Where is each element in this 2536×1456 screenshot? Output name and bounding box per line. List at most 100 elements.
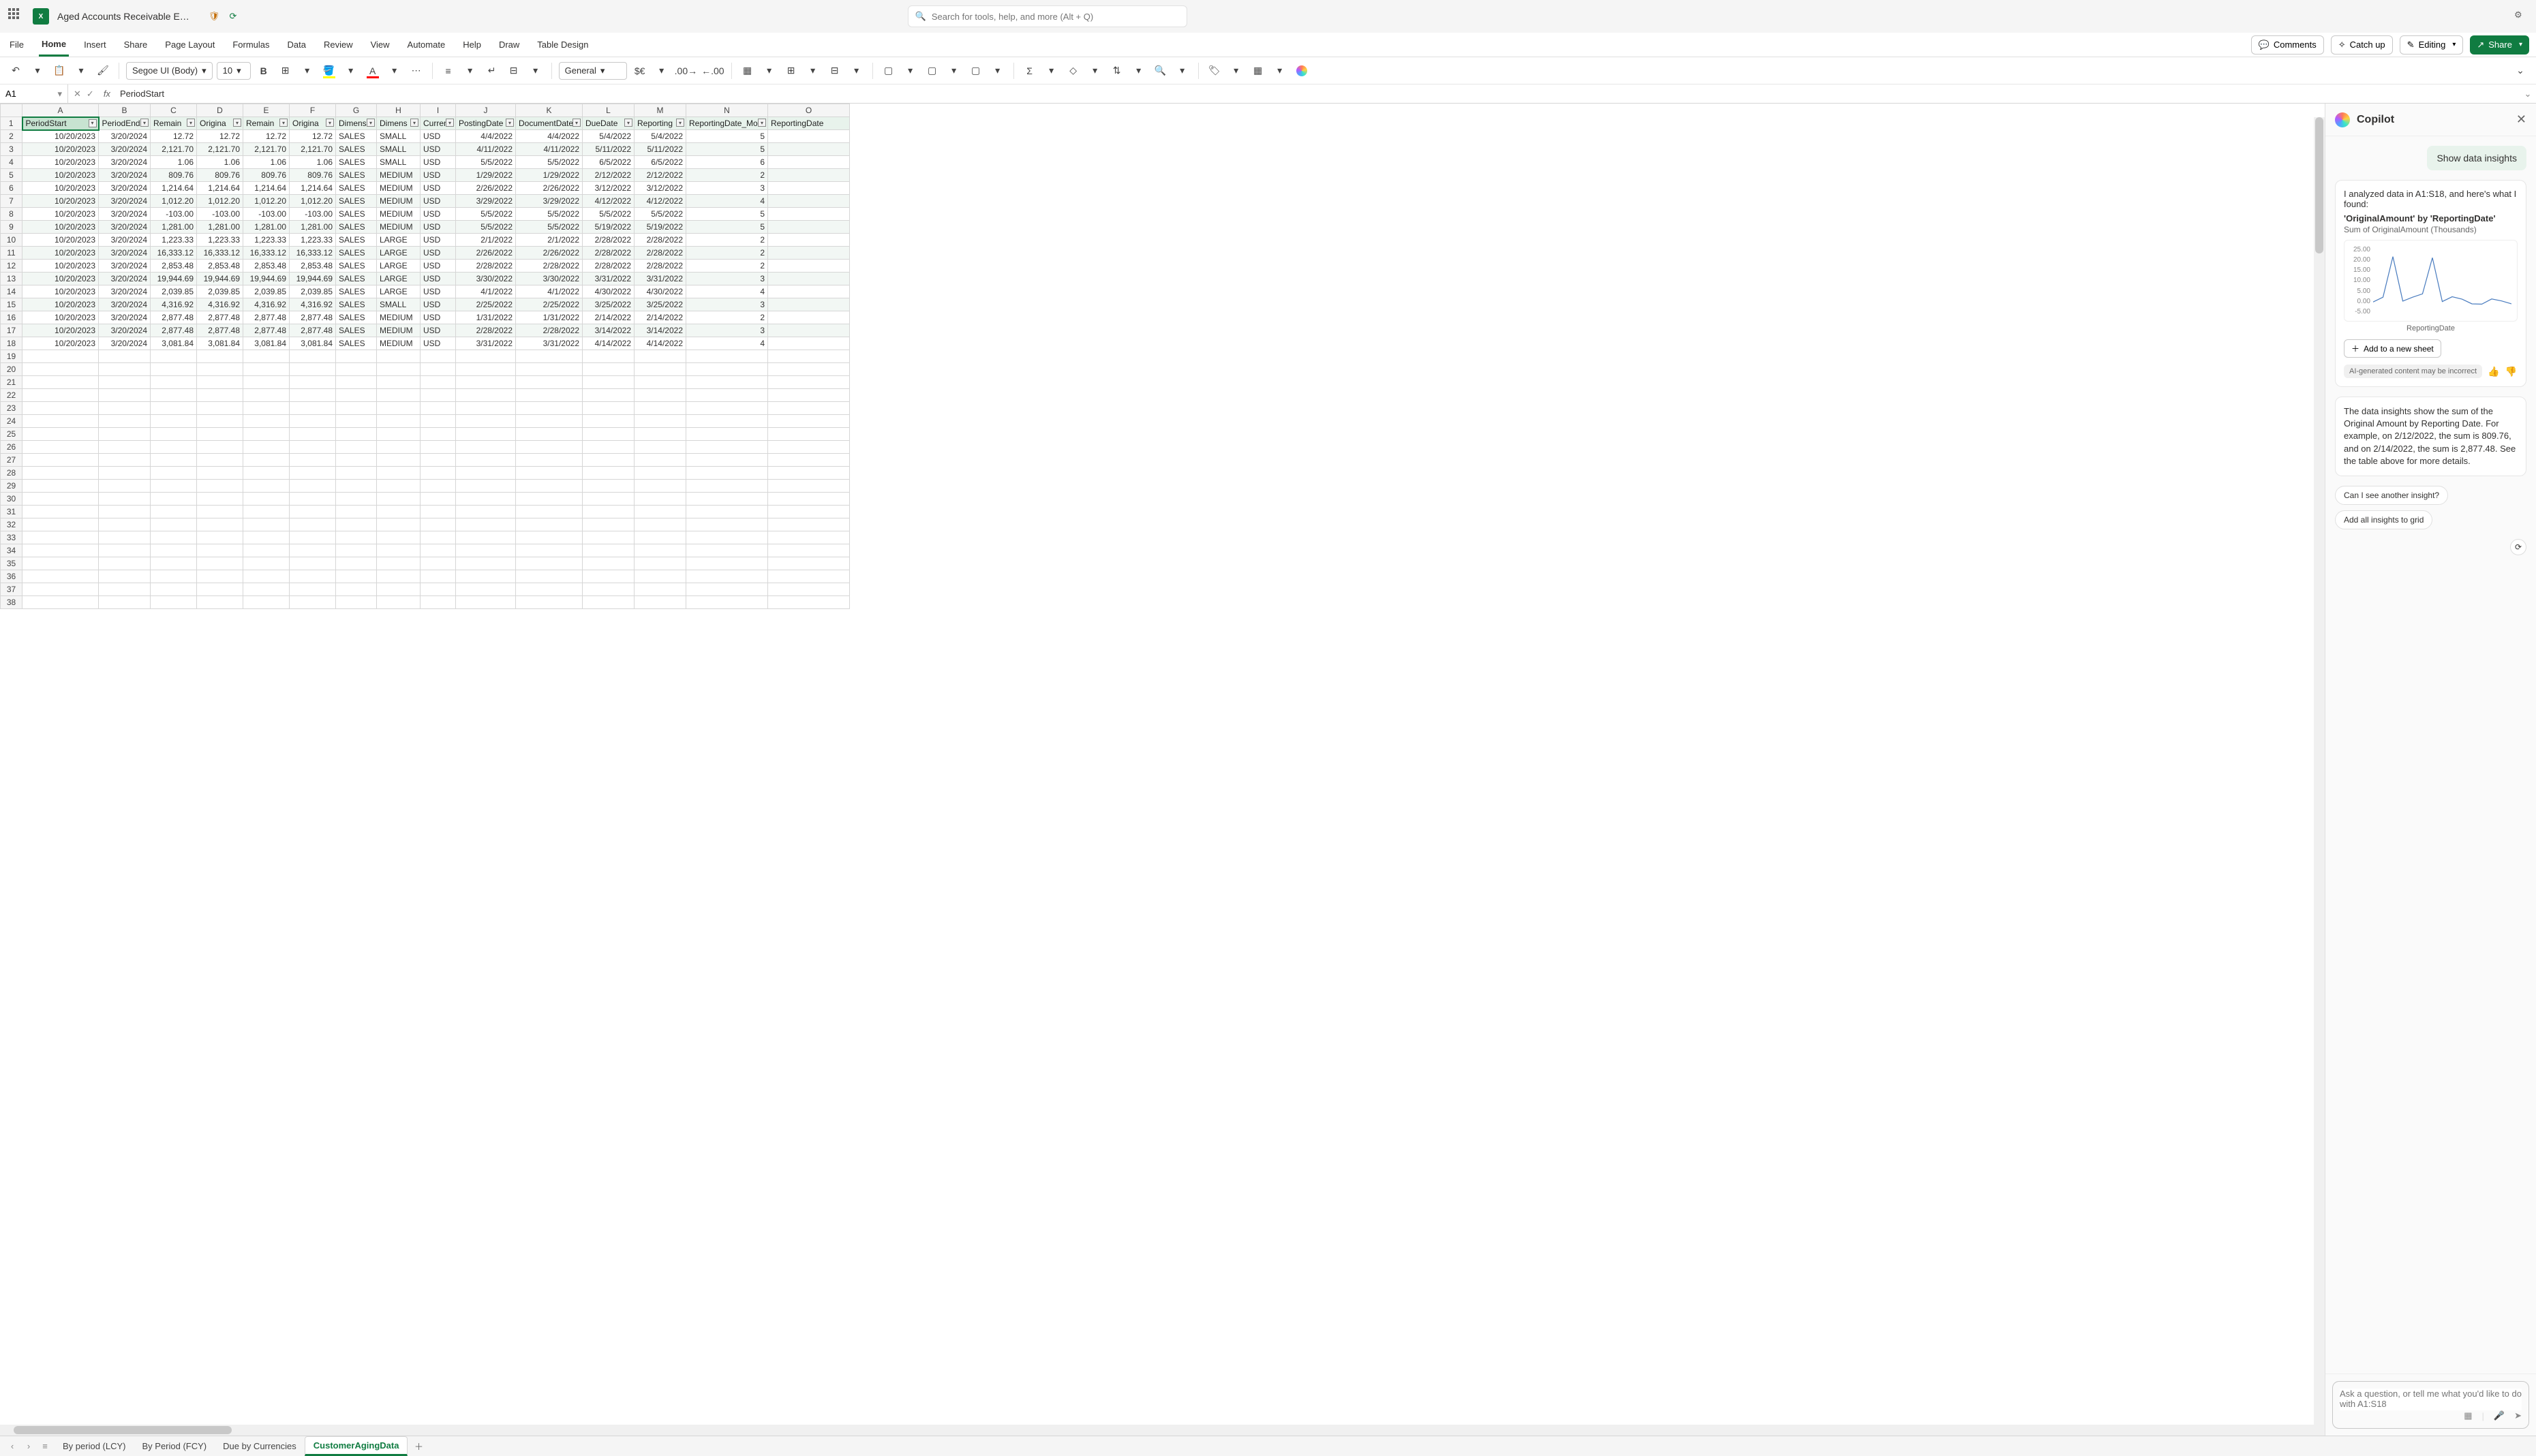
- cell[interactable]: 2,039.85: [290, 285, 336, 298]
- cell[interactable]: [768, 441, 850, 454]
- cell[interactable]: -103.00: [151, 208, 197, 221]
- cell[interactable]: [197, 376, 243, 389]
- cell[interactable]: LARGE: [377, 260, 421, 273]
- cell[interactable]: 5/5/2022: [635, 208, 686, 221]
- cell[interactable]: 2: [686, 247, 768, 260]
- cell[interactable]: [336, 570, 377, 583]
- cell[interactable]: 4/12/2022: [583, 195, 635, 208]
- cell[interactable]: [768, 363, 850, 376]
- cell[interactable]: [151, 557, 197, 570]
- cell[interactable]: USD: [421, 285, 456, 298]
- filter-dropdown-icon[interactable]: ▾: [279, 119, 288, 127]
- cell[interactable]: 1.06: [290, 156, 336, 169]
- cell[interactable]: [635, 493, 686, 506]
- table-header-cell[interactable]: PostingDate▾: [456, 117, 516, 130]
- cell[interactable]: [336, 583, 377, 596]
- cell[interactable]: 4,316.92: [151, 298, 197, 311]
- thumbs-down-button[interactable]: 👎: [2505, 366, 2517, 377]
- cell[interactable]: [583, 428, 635, 441]
- cell[interactable]: [516, 506, 583, 518]
- cell[interactable]: [768, 221, 850, 234]
- cell[interactable]: 12.72: [197, 130, 243, 143]
- cell[interactable]: 4/11/2022: [456, 143, 516, 156]
- app-launcher-icon[interactable]: [8, 8, 25, 25]
- document-title[interactable]: Aged Accounts Receivable Excel: [57, 11, 194, 22]
- cell[interactable]: [151, 544, 197, 557]
- cell[interactable]: [456, 557, 516, 570]
- cell[interactable]: 2/28/2022: [635, 234, 686, 247]
- cell[interactable]: [768, 156, 850, 169]
- cell[interactable]: USD: [421, 208, 456, 221]
- cell[interactable]: [768, 234, 850, 247]
- cell[interactable]: 2,877.48: [151, 324, 197, 337]
- cells-dropdown-3[interactable]: ▾: [989, 62, 1007, 80]
- cell[interactable]: [197, 506, 243, 518]
- cell[interactable]: [421, 376, 456, 389]
- cell[interactable]: 3/29/2022: [456, 195, 516, 208]
- cell[interactable]: [583, 544, 635, 557]
- cell[interactable]: [456, 441, 516, 454]
- add-sheet-button[interactable]: ＋: [410, 1440, 427, 1453]
- cell[interactable]: [516, 531, 583, 544]
- thumbs-up-button[interactable]: 👍: [2488, 366, 2499, 377]
- cell[interactable]: [197, 518, 243, 531]
- cell[interactable]: USD: [421, 260, 456, 273]
- cell[interactable]: [686, 402, 768, 415]
- cell[interactable]: [377, 389, 421, 402]
- cell[interactable]: [243, 363, 290, 376]
- cell[interactable]: MEDIUM: [377, 208, 421, 221]
- cell[interactable]: SMALL: [377, 130, 421, 143]
- cell[interactable]: [456, 596, 516, 609]
- cell[interactable]: [243, 493, 290, 506]
- cell[interactable]: 10/20/2023: [22, 337, 99, 350]
- cell[interactable]: MEDIUM: [377, 337, 421, 350]
- row-header[interactable]: 35: [1, 557, 22, 570]
- cell[interactable]: 1/31/2022: [456, 311, 516, 324]
- row-header[interactable]: 37: [1, 583, 22, 596]
- cell[interactable]: [456, 454, 516, 467]
- fill-color-dropdown[interactable]: ▾: [342, 62, 360, 80]
- cell[interactable]: SALES: [336, 221, 377, 234]
- clear-button[interactable]: ◇: [1065, 62, 1082, 80]
- cell[interactable]: 3,081.84: [151, 337, 197, 350]
- cell[interactable]: 19,944.69: [151, 273, 197, 285]
- cell[interactable]: 4,316.92: [290, 298, 336, 311]
- cell[interactable]: [377, 467, 421, 480]
- table-header-cell[interactable]: ReportingDate_Mon▾: [686, 117, 768, 130]
- cell[interactable]: 2,877.48: [197, 311, 243, 324]
- cell[interactable]: [243, 402, 290, 415]
- cell[interactable]: USD: [421, 130, 456, 143]
- cell[interactable]: 5/5/2022: [456, 221, 516, 234]
- cell[interactable]: 5/5/2022: [456, 156, 516, 169]
- cell[interactable]: [768, 311, 850, 324]
- cell[interactable]: [456, 518, 516, 531]
- sort-filter-dropdown[interactable]: ▾: [1130, 62, 1148, 80]
- cell[interactable]: 10/20/2023: [22, 195, 99, 208]
- cell[interactable]: [290, 454, 336, 467]
- cell[interactable]: [583, 467, 635, 480]
- cell[interactable]: SALES: [336, 311, 377, 324]
- cell[interactable]: [22, 389, 99, 402]
- row-header[interactable]: 4: [1, 156, 22, 169]
- font-family-select[interactable]: Segoe UI (Body)▾: [126, 62, 213, 80]
- cell[interactable]: [583, 493, 635, 506]
- cell[interactable]: 2/28/2022: [583, 247, 635, 260]
- cell[interactable]: [768, 182, 850, 195]
- cell[interactable]: [421, 402, 456, 415]
- row-header[interactable]: 13: [1, 273, 22, 285]
- autosum-dropdown[interactable]: ▾: [1043, 62, 1060, 80]
- cell[interactable]: [290, 506, 336, 518]
- cell[interactable]: [99, 518, 151, 531]
- cell[interactable]: USD: [421, 324, 456, 337]
- row-header[interactable]: 30: [1, 493, 22, 506]
- table-header-cell[interactable]: PeriodEnd▾: [99, 117, 151, 130]
- cell[interactable]: SALES: [336, 169, 377, 182]
- cell[interactable]: 5/19/2022: [635, 221, 686, 234]
- cell[interactable]: [635, 544, 686, 557]
- cell[interactable]: [768, 208, 850, 221]
- cell[interactable]: [377, 441, 421, 454]
- cell[interactable]: [99, 467, 151, 480]
- spreadsheet-grid[interactable]: ABCDEFGHIJKLMNO1PeriodStart▾PeriodEnd▾Re…: [0, 104, 2325, 1436]
- cell[interactable]: [22, 506, 99, 518]
- cell[interactable]: [686, 583, 768, 596]
